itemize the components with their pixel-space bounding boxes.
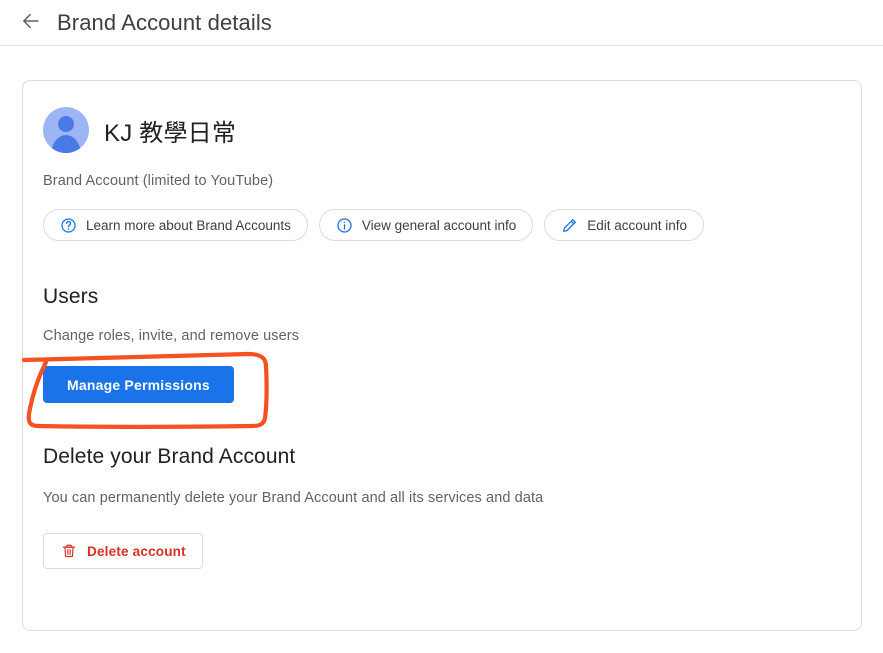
pencil-edit-icon	[561, 217, 578, 234]
delete-section-description: You can permanently delete your Brand Ac…	[43, 490, 544, 506]
chip-label: Learn more about Brand Accounts	[86, 217, 291, 233]
account-identity-row: KJ 教學日常	[43, 107, 841, 153]
account-subtitle: Brand Account (limited to YouTube)	[43, 173, 274, 189]
app-header: Brand Account details	[0, 0, 883, 46]
users-section: Users Change roles, invite, and remove u…	[43, 285, 841, 403]
delete-section-title: Delete your Brand Account	[43, 445, 296, 468]
arrow-left-icon	[20, 10, 42, 35]
account-name: KJ 教學日常	[104, 119, 237, 147]
help-circle-icon	[60, 217, 77, 234]
edit-account-info-chip[interactable]: Edit account info	[544, 209, 705, 241]
delete-account-section: Delete your Brand Account You can perman…	[43, 445, 841, 569]
users-section-description: Change roles, invite, and remove users	[43, 328, 300, 344]
learn-more-brand-accounts-chip[interactable]: Learn more about Brand Accounts	[43, 209, 308, 241]
brand-account-card: KJ 教學日常 Brand Account (limited to YouTub…	[22, 80, 862, 631]
person-avatar-icon	[43, 107, 89, 153]
account-action-chips: Learn more about Brand Accounts View gen…	[43, 209, 841, 241]
chip-label: Edit account info	[587, 217, 688, 233]
manage-permissions-button[interactable]: Manage Permissions	[43, 366, 234, 403]
back-button[interactable]	[14, 6, 48, 40]
delete-account-button[interactable]: Delete account	[43, 533, 203, 569]
users-section-title: Users	[43, 285, 99, 308]
info-circle-icon	[336, 217, 353, 234]
delete-account-label: Delete account	[87, 543, 186, 559]
chip-label: View general account info	[361, 217, 517, 233]
trash-icon	[60, 543, 77, 560]
view-general-account-info-chip[interactable]: View general account info	[318, 209, 534, 241]
page-title: Brand Account details	[57, 9, 272, 35]
